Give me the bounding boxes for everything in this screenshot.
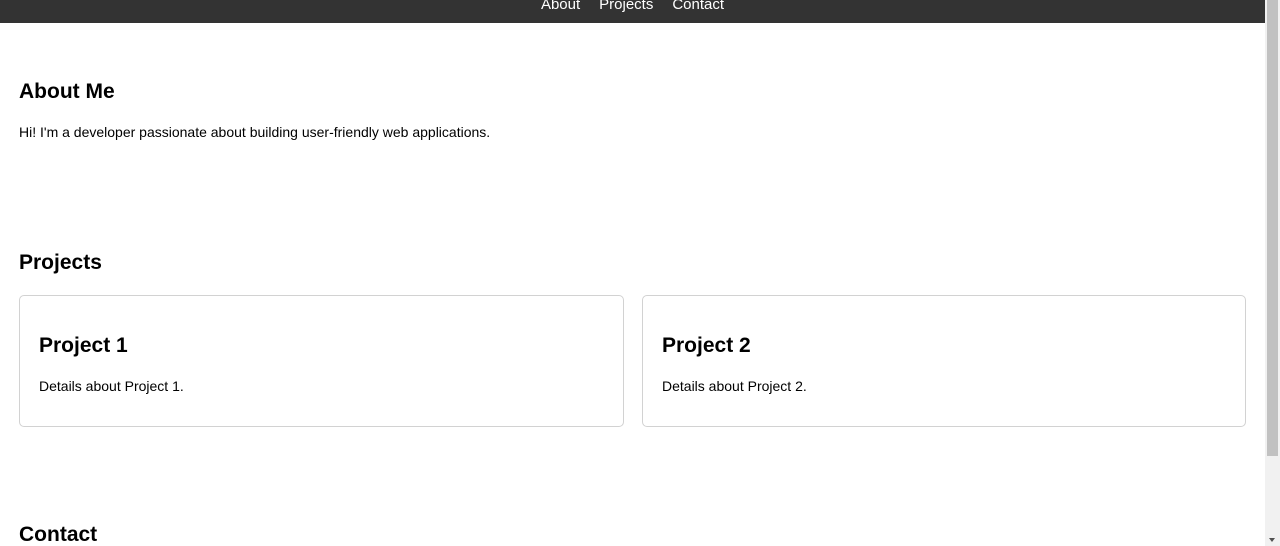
- project-card-title: Project 1: [39, 334, 128, 357]
- project-card-1: Project 1 Details about Project 1.: [19, 295, 624, 427]
- project-card-details: Details about Project 2.: [662, 378, 807, 394]
- nav-link-projects[interactable]: Projects: [599, 0, 653, 16]
- project-card-details: Details about Project 1.: [39, 378, 184, 394]
- nav-links: About Projects Contact: [0, 0, 1265, 16]
- project-card-2: Project 2 Details about Project 2.: [642, 295, 1246, 427]
- project-card-title: Project 2: [662, 334, 751, 357]
- about-text: Hi! I'm a developer passionate about bui…: [19, 124, 491, 140]
- nav-link-contact[interactable]: Contact: [672, 0, 724, 16]
- browser-viewport: About Projects Contact About Me Hi! I'm …: [0, 0, 1280, 546]
- projects-heading: Projects: [19, 251, 102, 274]
- vertical-scrollbar[interactable]: [1265, 0, 1280, 546]
- nav-link-about[interactable]: About: [541, 0, 580, 16]
- top-navbar: About Projects Contact: [0, 0, 1265, 23]
- about-heading: About Me: [19, 80, 115, 103]
- scrollbar-thumb[interactable]: [1267, 0, 1278, 456]
- scroll-down-arrow-icon[interactable]: [1269, 538, 1275, 542]
- page-content: About Projects Contact About Me Hi! I'm …: [0, 0, 1265, 546]
- contact-heading: Contact: [19, 523, 98, 546]
